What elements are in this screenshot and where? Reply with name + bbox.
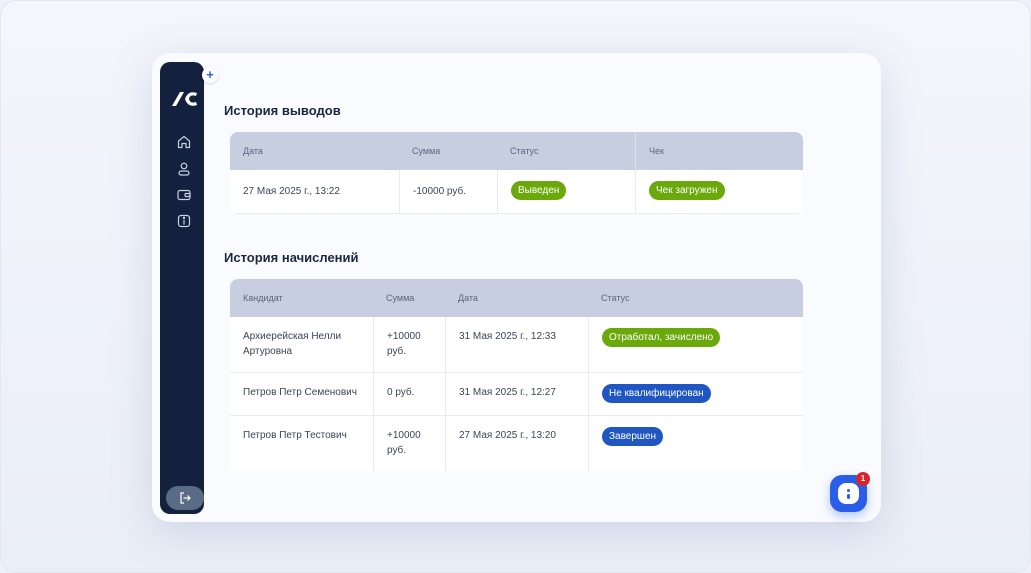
app-window: + История выводов Дата Сумма Статус Чек … (152, 53, 881, 522)
column-header: Чек (635, 132, 803, 170)
status-badge: Выведен (511, 181, 567, 200)
status-badge: Завершен (602, 427, 664, 446)
logout-icon (180, 492, 191, 504)
table-header: Дата Сумма Статус Чек (230, 132, 803, 170)
chat-icon-dot (847, 489, 850, 492)
candidate-name: Петров Петр Семенович (243, 387, 357, 398)
accrual-amount: +10000 руб. (373, 317, 445, 372)
accruals-title: История начислений (224, 250, 359, 265)
accrual-amount: +10000 руб. (373, 416, 445, 471)
withdrawals-title: История выводов (224, 103, 341, 118)
accrual-date: 27 Мая 2025 г., 13:20 (445, 416, 588, 471)
status-badge: Отработал, зачислено (602, 328, 721, 347)
column-header: Кандидат (243, 293, 283, 303)
column-header: Сумма (386, 293, 415, 303)
wallet-icon[interactable] (176, 187, 192, 203)
user-icon[interactable] (176, 161, 192, 177)
column-header: Дата (243, 146, 263, 156)
table-row: Архиерейская Нелли Артуровна +10000 руб.… (230, 317, 803, 373)
accrual-status-cell: Отработал, зачислено (588, 317, 803, 372)
notification-badge: 1 (856, 472, 870, 486)
accrual-amount: 0 руб. (373, 373, 445, 415)
chat-icon (838, 483, 859, 504)
withdrawal-status-cell: Выведен (497, 170, 635, 213)
info-icon[interactable] (176, 213, 192, 229)
column-header: Статус (601, 293, 630, 303)
withdrawal-date: 27 Мая 2025 г., 13:22 (243, 186, 340, 197)
table-header: Кандидат Сумма Дата Статус (230, 279, 803, 317)
home-icon[interactable] (176, 134, 192, 150)
table-row: Петров Петр Тестович +10000 руб. 27 Мая … (230, 416, 803, 471)
candidate-name: Архиерейская Нелли Артуровна (243, 331, 342, 357)
chat-widget-button[interactable]: 1 (830, 472, 870, 512)
column-header: Дата (458, 293, 478, 303)
accrual-date: 31 Мая 2025 г., 12:27 (445, 373, 588, 415)
accrual-status-cell: Не квалифицирован (588, 373, 803, 415)
column-header: Сумма (412, 146, 441, 156)
table-row: Петров Петр Семенович 0 руб. 31 Мая 2025… (230, 373, 803, 416)
table-row: 27 Мая 2025 г., 13:22 -10000 руб. Выведе… (230, 170, 803, 214)
candidate-name: Петров Петр Тестович (243, 430, 347, 441)
withdrawal-receipt-cell: Чек загружен (635, 170, 803, 213)
receipt-badge[interactable]: Чек загружен (649, 181, 725, 200)
withdrawal-amount: -10000 руб. (399, 170, 497, 213)
accrual-date: 31 Мая 2025 г., 12:33 (445, 317, 588, 372)
logout-button[interactable] (166, 486, 204, 510)
sidebar (160, 62, 204, 514)
status-badge: Не квалифицирован (602, 384, 711, 403)
accrual-status-cell: Завершен (588, 416, 803, 471)
background: + История выводов Дата Сумма Статус Чек … (0, 0, 1031, 573)
chat-icon-dot (847, 494, 850, 499)
app-logo (172, 92, 197, 106)
column-header: Статус (510, 146, 539, 156)
accruals-table: Кандидат Сумма Дата Статус Архиерейская … (230, 279, 803, 471)
withdrawals-table: Дата Сумма Статус Чек 27 Мая 2025 г., 13… (230, 132, 803, 214)
sidebar-expand-button[interactable]: + (202, 67, 218, 83)
